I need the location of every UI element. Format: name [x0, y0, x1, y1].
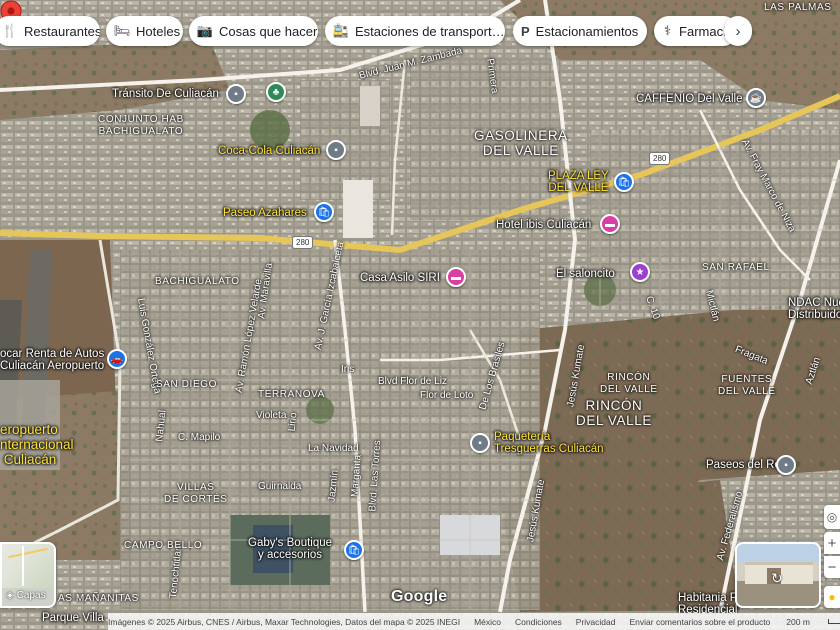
shopping-pin-icon[interactable]: 🛍	[314, 202, 334, 222]
area-label: CAMPO BELLO	[124, 540, 203, 551]
poi-label-paseo-azahares[interactable]: Paseo Azahares	[223, 207, 307, 219]
poi-label-parque-villa[interactable]: Parque Villa	[42, 612, 104, 624]
place-pin-icon[interactable]: ▪	[776, 455, 796, 475]
poi-label-paqueteria[interactable]: Paquetería Tresguerras Culiacán	[494, 431, 604, 455]
category-chips-bar: 🍴 Restaurantes 🛏 Hoteles 📷 Cosas que hac…	[0, 16, 840, 46]
area-label: TERRANOVA	[258, 389, 325, 400]
street-label: Blvd Flor de Liz	[378, 376, 447, 387]
poi-label-plaza-ley[interactable]: PLAZA LEY DEL VALLE	[548, 170, 609, 194]
poi-label-paseos-rey[interactable]: Paseos del Rey	[706, 459, 787, 471]
poi-label-airport[interactable]: eropuerto nternacional Culiacán	[0, 422, 74, 467]
imagery-attribution: Imágenes © 2025 Airbus, CNES / Airbus, M…	[108, 616, 461, 627]
chip-hoteles[interactable]: 🛏 Hoteles	[106, 16, 183, 46]
poi-label-coca-cola[interactable]: Coca-Cola Culiacán	[218, 145, 320, 157]
camera-icon: 📷	[196, 23, 214, 38]
chip-label: Estacionamientos	[535, 23, 639, 39]
bed-icon: 🛏	[113, 23, 131, 38]
country-link[interactable]: México	[474, 617, 501, 627]
chip-label: Farmaci	[679, 23, 726, 39]
poi-label-casa-asilo[interactable]: Casa Asilo SIRI	[360, 272, 440, 284]
scale-bar[interactable]: 200 m	[786, 617, 840, 627]
park-pin-icon[interactable]: ♣	[266, 82, 286, 102]
street-view-thumbnail[interactable]: ↻	[735, 542, 821, 608]
road-shield-280: 280	[649, 152, 671, 165]
layers-label: Capas	[16, 589, 46, 601]
crosshair-icon: ◎	[826, 510, 838, 524]
zoom-out-button[interactable]: −	[824, 556, 840, 578]
area-label: GASOLINERA DEL VALLE	[474, 128, 568, 158]
government-pin-icon[interactable]: ▪	[226, 84, 246, 104]
street-label: Violeta	[256, 410, 287, 421]
hotel-pin-icon[interactable]: ▬	[600, 214, 620, 234]
area-label: SAN DIEGO	[156, 379, 217, 390]
area-label: VILLAS DE CORTÉS	[164, 482, 228, 505]
street-label: Guirnalda	[258, 481, 302, 492]
street-label: Lirio	[286, 411, 300, 432]
map-footer: Imágenes © 2025 Airbus, CNES / Airbus, M…	[108, 613, 840, 630]
scale-label: 200 m	[786, 616, 810, 627]
minus-icon: −	[827, 558, 837, 576]
area-label: RINCÓN DEL VALLE	[576, 398, 652, 428]
layers-caption: ◈ Capas	[2, 584, 54, 606]
chip-label: Estaciones de transport…	[355, 23, 505, 39]
poi-label-car-rental[interactable]: ocar Renta de Autos Culiacán Aeropuerto	[0, 348, 104, 372]
street-label: C. Mapilo	[178, 432, 221, 443]
area-label: RINCÓN DEL VALLE	[600, 372, 658, 395]
area-label: AS MAÑANITAS	[58, 593, 139, 604]
hotel-pin-icon[interactable]: ▬	[446, 267, 466, 287]
rotate-arrow-icon: ↻	[771, 570, 783, 586]
poi-label-hotel-ibis[interactable]: Hotel ibis Culiacán	[496, 219, 591, 231]
chip-label: Cosas que hacer	[219, 23, 318, 39]
terms-link[interactable]: Condiciones	[515, 617, 562, 627]
poi-label-gabys[interactable]: Gaby's Boutique y accesorios	[248, 537, 332, 561]
map-layer-thumbnail	[2, 544, 54, 588]
chip-cosas-que-hacer[interactable]: 📷 Cosas que hacer	[189, 16, 318, 46]
chip-label: Hoteles	[136, 23, 181, 39]
layers-button[interactable]: ◈ Capas	[0, 542, 56, 608]
poi-label-el-saloncito[interactable]: El saloncito	[556, 268, 615, 280]
shopping-pin-icon[interactable]: 🛍	[614, 172, 634, 192]
area-label: SAN RAFAEL	[702, 262, 770, 273]
poi-label-ndac[interactable]: NDAC Nue Distribuidora d	[788, 297, 840, 321]
delivery-pin-icon[interactable]: ▪	[470, 433, 490, 453]
satellite-map[interactable]: 280 280 Blvd. Juan M. Zambada Primera Av…	[0, 0, 840, 630]
feedback-link[interactable]: Enviar comentarios sobre el producto	[629, 617, 770, 627]
parking-icon: P	[521, 23, 530, 39]
area-label: LAS PALMAS	[764, 2, 832, 13]
privacy-link[interactable]: Privacidad	[576, 617, 616, 627]
chip-estacionamientos[interactable]: P Estacionamientos	[513, 16, 647, 46]
pegman-icon[interactable]: ●	[824, 586, 840, 608]
scale-bar-line	[827, 619, 840, 624]
poi-label-transito[interactable]: Tránsito De Culiacán	[112, 88, 219, 100]
fork-knife-icon: 🍴	[1, 23, 19, 38]
area-label: BACHIGUALATO	[155, 276, 240, 287]
road-shield-280: 280	[292, 236, 314, 249]
plus-icon: +	[827, 534, 837, 552]
street-label: La Navidad	[308, 443, 359, 454]
chevron-right-icon[interactable]: ›	[724, 16, 752, 46]
pharmacy-icon: ⚕	[664, 23, 672, 38]
my-location-button[interactable]: ◎	[824, 505, 840, 529]
factory-pin-icon[interactable]: ▪	[326, 140, 346, 160]
shopping-pin-icon[interactable]: 🛍	[344, 540, 364, 560]
event-venue-pin-icon[interactable]: ★	[630, 262, 650, 282]
bus-icon: 🚉	[332, 23, 350, 38]
area-label: CONJUNTO HAB BACHIGUALATO	[98, 114, 184, 137]
street-label: Flor de Loto	[420, 390, 474, 401]
cafe-pin-icon[interactable]: ☕	[746, 88, 766, 108]
chip-label: Restaurantes	[24, 23, 100, 39]
area-label: FUENTES DEL VALLE	[718, 374, 776, 397]
chip-estaciones-transporte[interactable]: 🚉 Estaciones de transport…	[325, 16, 505, 46]
zoom-in-button[interactable]: +	[824, 532, 840, 554]
layers-icon: ◈	[6, 589, 14, 601]
car-rental-pin-icon[interactable]: 🚗	[107, 349, 127, 369]
chip-restaurantes[interactable]: 🍴 Restaurantes	[0, 16, 100, 46]
street-label: Iris	[341, 364, 355, 375]
poi-label-caffenio[interactable]: CAFFENIO Del Valle	[636, 93, 743, 105]
google-logo: Google	[391, 588, 448, 605]
